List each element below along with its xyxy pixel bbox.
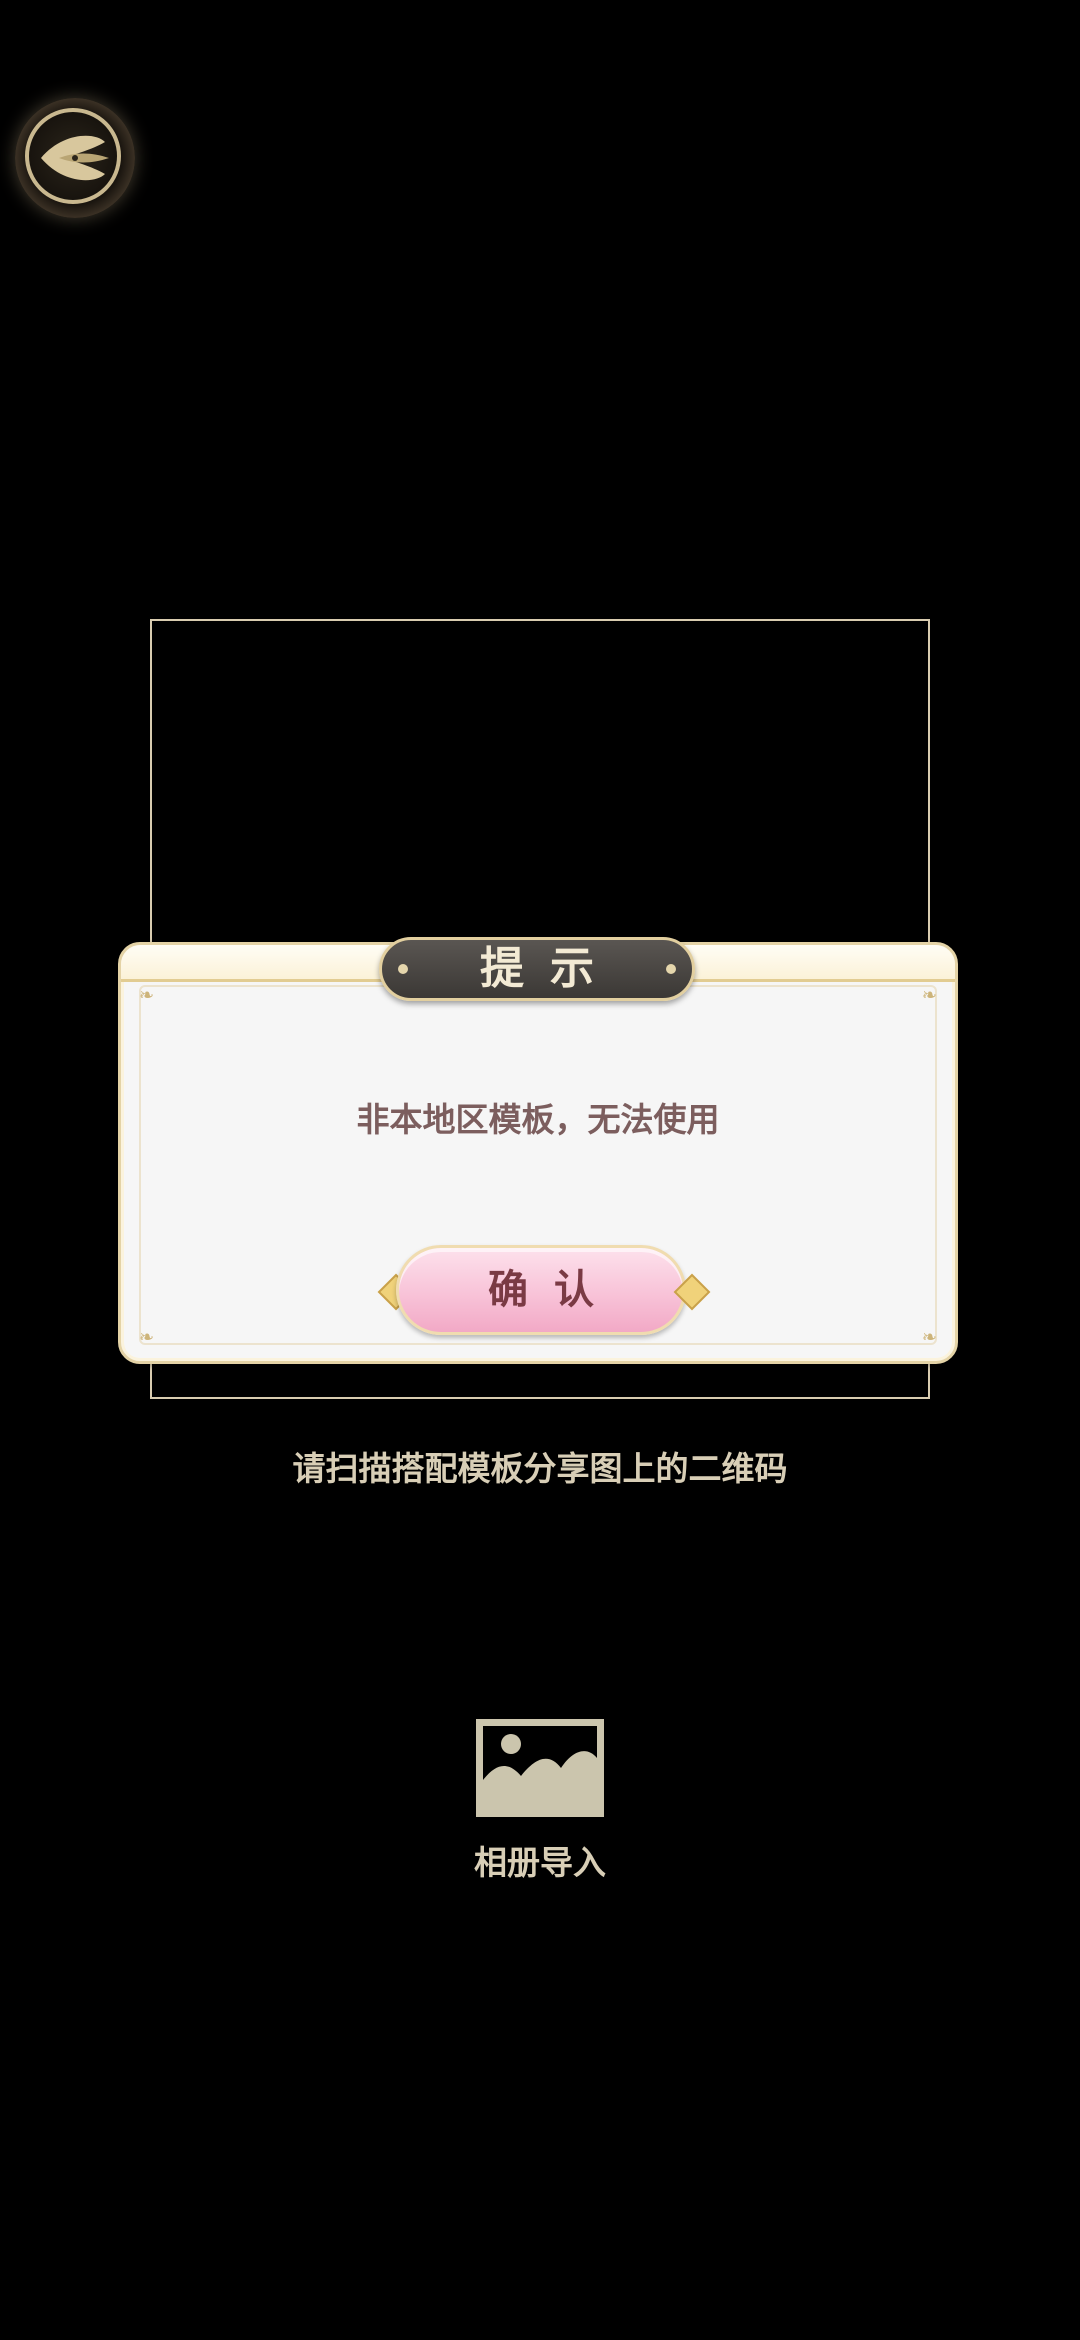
back-wing-icon (41, 135, 109, 181)
qr-scan-screen: ❧ ❧ ❧ ❧ 提示 非本地区模板，无法使用 确认 请扫描搭配模板分享图上的二维… (0, 0, 1080, 2340)
confirm-button[interactable]: 确认 (396, 1245, 686, 1335)
title-dot-icon (666, 964, 676, 974)
corner-ornament-icon: ❧ (921, 1327, 937, 1348)
notice-dialog: ❧ ❧ ❧ ❧ 提示 非本地区模板，无法使用 确认 (118, 937, 958, 1364)
corner-ornament-icon: ❧ (139, 1327, 155, 1348)
dialog-title: 提示 (480, 943, 620, 994)
title-dot-icon (398, 964, 408, 974)
corner-ornament-icon: ❧ (921, 985, 937, 1006)
album-import-label: 相册导入 (474, 1843, 606, 1882)
image-icon (476, 1719, 604, 1817)
dialog-message: 非本地区模板，无法使用 (356, 1100, 720, 1139)
confirm-label: 确认 (488, 1267, 620, 1313)
scan-hint: 请扫描搭配模板分享图上的二维码 (292, 1449, 788, 1488)
dialog-title-plate: 提示 (379, 937, 695, 1001)
album-import-button[interactable]: 相册导入 (460, 1718, 620, 1888)
corner-ornament-icon: ❧ (139, 985, 155, 1006)
back-button[interactable] (15, 98, 135, 218)
